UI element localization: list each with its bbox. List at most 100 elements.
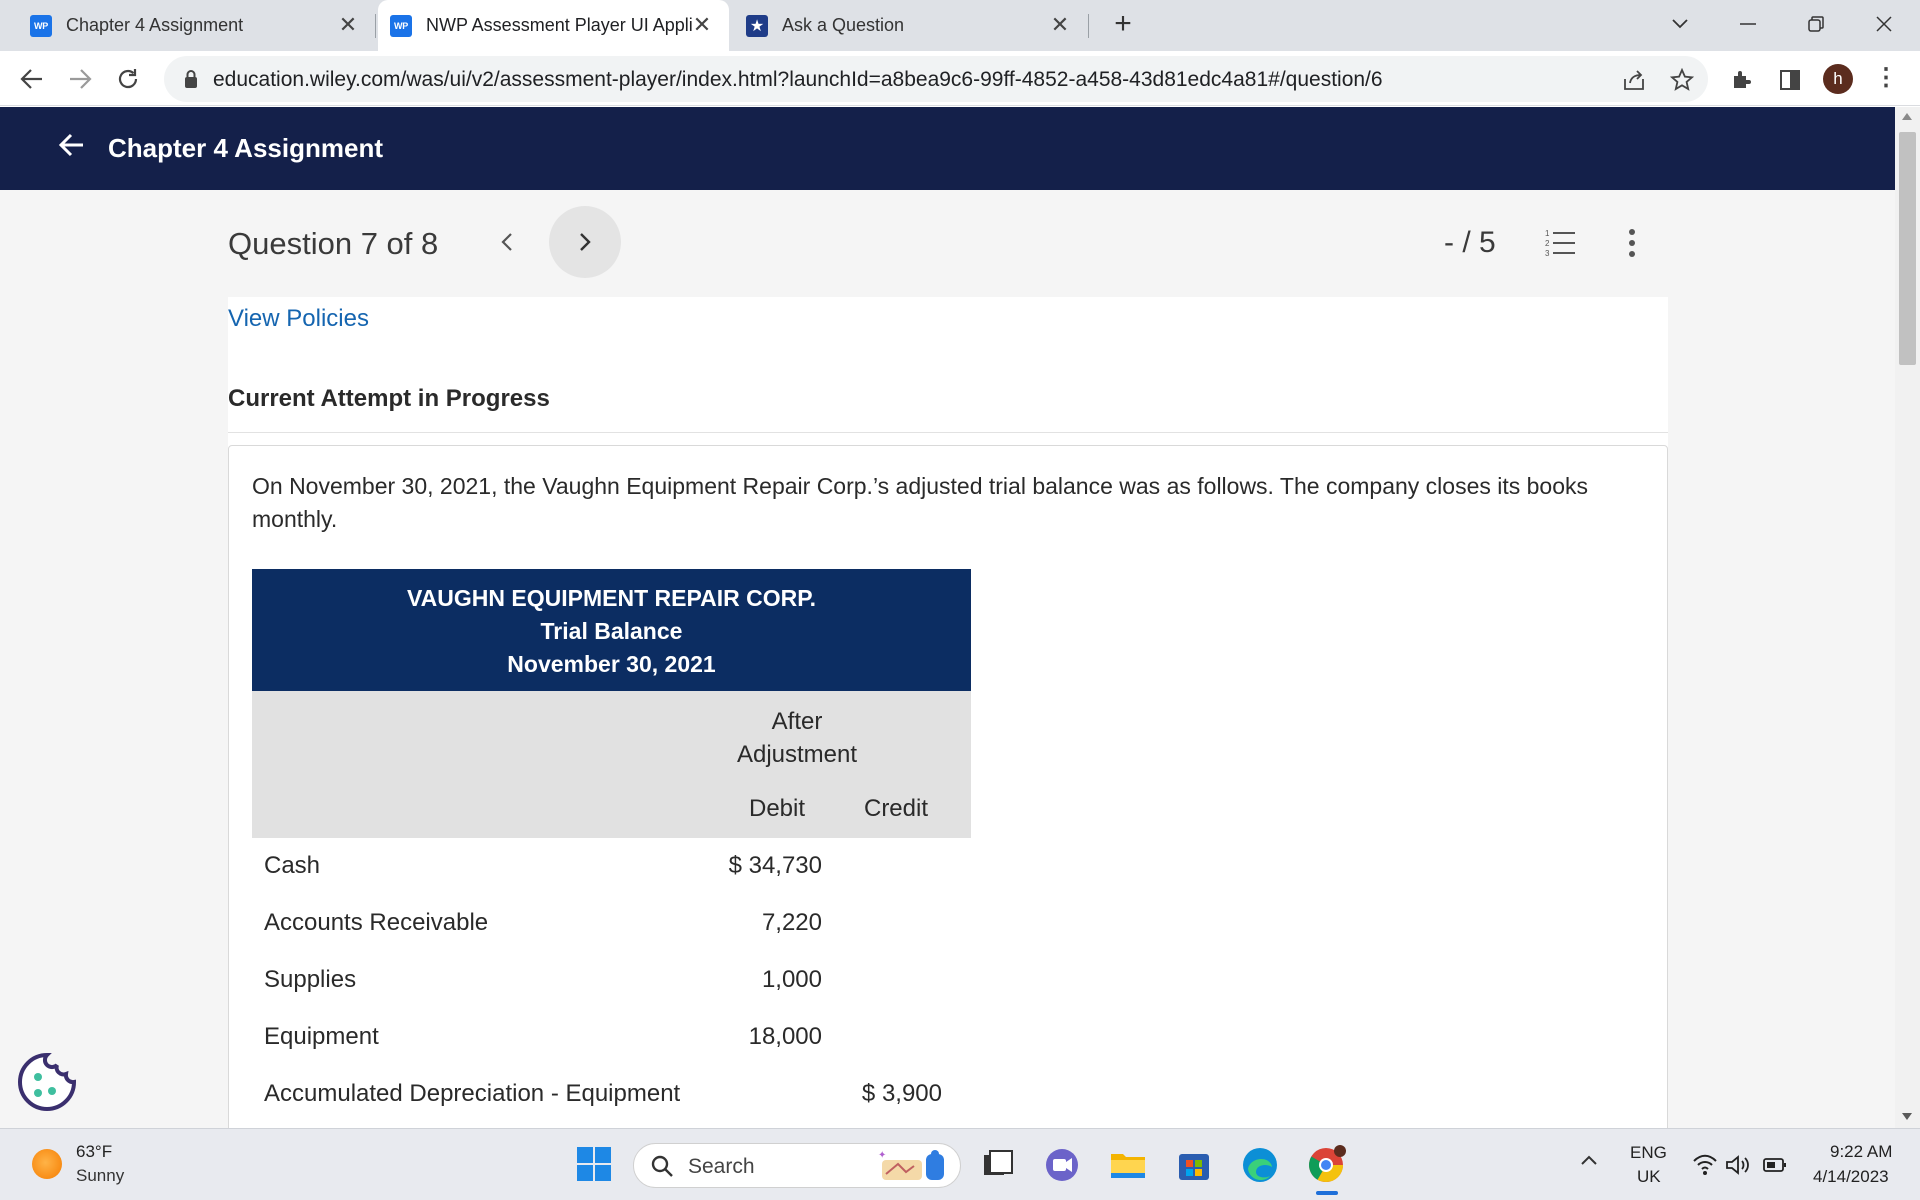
input-language[interactable]: ENG [1630,1143,1667,1163]
input-region[interactable]: UK [1637,1167,1661,1187]
close-window-icon[interactable] [1864,6,1904,42]
scroll-up-arrow-icon[interactable] [1902,113,1912,120]
question-text: On November 30, 2021, the Vaughn Equipme… [252,473,1589,532]
debit-amount: 18,000 [748,1023,822,1050]
tab-nwp-assessment-player[interactable]: WP NWP Assessment Player UI Appli ✕ [378,0,729,51]
weather-description[interactable]: Sunny [76,1166,124,1186]
lock-icon[interactable] [184,69,198,89]
divider [228,432,1668,433]
teams-chat-icon[interactable] [1042,1145,1082,1185]
tab-title: Chapter 4 Assignment [66,15,244,35]
debit-amount: 1,000 [761,966,822,993]
bookmark-star-icon[interactable] [1666,64,1698,96]
close-tab-icon[interactable]: ✕ [1047,12,1073,38]
minimize-window-icon[interactable] [1728,6,1768,42]
debit-column-header: Debit [748,795,806,822]
browser-menu-icon[interactable]: ⋮ [1874,63,1898,92]
browser-tab-strip: WP Chapter 4 Assignment ✕ WP NWP Assessm… [0,0,1920,51]
attempt-status: Current Attempt in Progress [228,385,550,412]
taskbar-search-box[interactable]: Search ✦ [633,1143,961,1188]
more-options-icon[interactable] [1620,227,1644,259]
credit-amount: $ 3,900 [861,1080,942,1107]
extensions-puzzle-icon[interactable] [1726,64,1758,96]
svg-text:1: 1 [1545,229,1550,238]
account-name: Cash [264,852,321,879]
cookie-settings-icon[interactable] [16,1051,78,1113]
tab-title: NWP Assessment Player UI Appli [426,15,693,35]
address-bar[interactable]: education.wiley.com/was/ui/v2/assessment… [164,56,1708,102]
back-to-assignment-icon[interactable] [58,131,88,161]
view-policies-link[interactable]: View Policies [228,305,369,333]
task-view-icon[interactable] [978,1145,1018,1185]
credit-column-header: Credit [863,795,929,822]
tab-ask-a-question[interactable]: ★ Ask a Question ✕ [732,0,1087,51]
account-name: Accumulated Depreciation - Equipment [264,1080,681,1107]
weather-temperature[interactable]: 63°F [76,1142,112,1162]
tab-search-chevron-icon[interactable] [1660,6,1700,42]
account-name: Equipment [264,1023,379,1050]
volume-icon[interactable] [1724,1153,1750,1177]
tab-separator [1088,14,1089,38]
column-header-row: After Adjustment Debit Credit [252,691,971,838]
page-scrollbar[interactable] [1895,107,1920,1128]
trial-balance-table: VAUGHN EQUIPMENT REPAIR CORP. Trial Bala… [252,569,971,1123]
account-name: Accounts Receivable [264,909,489,936]
close-tab-icon[interactable]: ✕ [689,12,715,38]
wileyplus-favicon-icon: WP [30,14,52,37]
statement-date: November 30, 2021 [507,651,716,677]
share-icon[interactable] [1618,64,1650,96]
company-name: VAUGHN EQUIPMENT REPAIR CORP. [407,585,816,611]
clock-time[interactable]: 9:22 AM [1830,1142,1892,1162]
edge-browser-icon[interactable] [1240,1145,1280,1185]
star-favicon-icon: ★ [746,14,768,37]
question-counter: Question 7 of 8 [228,226,439,261]
column-group-header: After Adjustment [722,705,872,771]
table-row: Accounts Receivable 7,220 [252,895,971,952]
new-tab-button[interactable]: + [1108,9,1138,40]
sun-weather-icon[interactable] [32,1149,62,1179]
browser-toolbar: education.wiley.com/was/ui/v2/assessment… [0,51,1920,106]
table-row: Accumulated Depreciation - Equipment $ 3… [252,1066,971,1123]
svg-text:✦: ✦ [878,1150,886,1161]
show-hidden-icons-chevron-icon[interactable] [1580,1149,1598,1172]
assignment-title[interactable]: Chapter 4 Assignment [108,133,383,164]
debit-amount: $ 34,730 [728,852,822,879]
close-tab-icon[interactable]: ✕ [335,12,361,38]
forward-icon[interactable] [62,61,98,97]
table-row: Cash $ 34,730 [252,838,971,895]
wifi-icon[interactable] [1692,1153,1718,1177]
table-row: Supplies 1,000 [252,952,971,1009]
search-icon [651,1155,673,1177]
clock-date[interactable]: 4/14/2023 [1813,1167,1889,1187]
assignment-header: Chapter 4 Assignment [0,107,1895,190]
search-highlight-illustration-icon: ✦ [878,1150,944,1180]
column-group-line: After [771,708,823,735]
next-question-button[interactable] [549,206,621,278]
microsoft-store-icon[interactable] [1174,1145,1214,1185]
scroll-down-arrow-icon[interactable] [1902,1113,1912,1120]
question-list-icon[interactable]: 1 2 3 [1544,227,1576,259]
svg-text:2: 2 [1545,239,1550,248]
trial-balance-header: VAUGHN EQUIPMENT REPAIR CORP. Trial Bala… [252,569,971,691]
page-viewport: Chapter 4 Assignment Question 7 of 8 - /… [0,107,1895,1128]
chrome-browser-icon[interactable] [1306,1145,1346,1185]
windows-start-icon[interactable] [576,1146,612,1182]
reload-icon[interactable] [110,61,146,97]
question-score: - / 5 [1444,226,1496,259]
previous-question-button[interactable] [490,225,524,259]
restore-window-icon[interactable] [1796,6,1836,42]
svg-text:3: 3 [1545,249,1550,258]
active-app-indicator [1316,1191,1338,1195]
file-explorer-icon[interactable] [1108,1145,1148,1185]
scroll-thumb[interactable] [1899,132,1916,365]
tab-separator [375,14,376,38]
side-panel-icon[interactable] [1774,64,1806,96]
debit-amount: 7,220 [761,909,822,936]
column-group-line: Adjustment [736,741,858,768]
back-icon[interactable] [14,61,50,97]
question-content-area: View Policies Current Attempt in Progres… [228,297,1668,1128]
wileyplus-favicon-icon: WP [390,14,412,37]
battery-icon[interactable] [1762,1153,1788,1177]
tab-chapter-4-assignment[interactable]: WP Chapter 4 Assignment ✕ [0,0,375,51]
profile-avatar[interactable]: h [1823,64,1853,94]
